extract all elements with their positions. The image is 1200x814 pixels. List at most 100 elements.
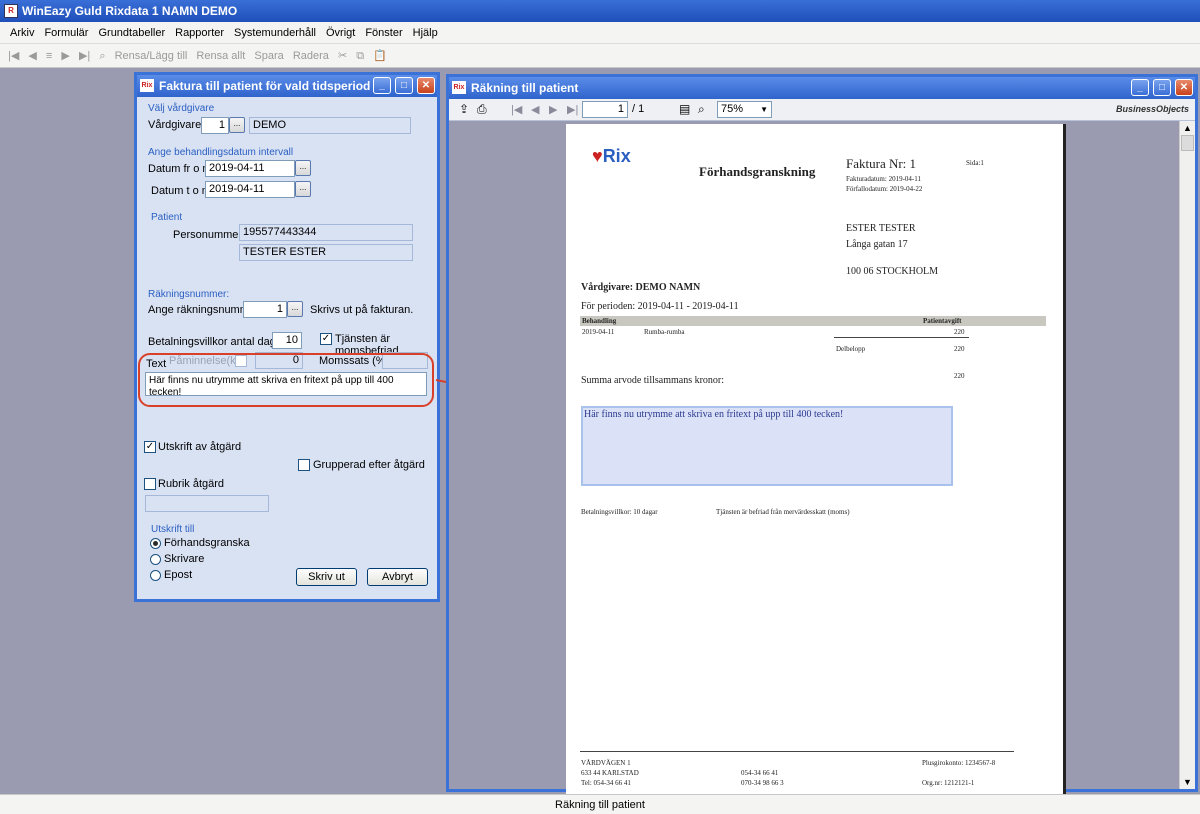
radio-epost-label: Epost: [164, 569, 193, 581]
menu-hjalp[interactable]: Hjälp: [408, 22, 443, 44]
vardgivare-line: Vårdgivare: DEMO NAMN: [581, 282, 701, 293]
search-icon[interactable]: ⌕: [99, 44, 105, 68]
heart-icon: ♥: [592, 146, 603, 166]
col-patientavgift: Patientavgift: [923, 317, 962, 325]
fakturadatum: Fakturadatum: 2019-04-11: [846, 175, 921, 183]
menu-grundtabeller[interactable]: Grundtabeller: [93, 22, 170, 44]
rubrik-checkbox[interactable]: [144, 478, 156, 490]
page-input[interactable]: 1: [582, 101, 628, 118]
delbelopp-label: Delbelopp: [836, 345, 866, 353]
rubrik-label: Rubrik åtgärd: [158, 478, 225, 490]
last-record-icon[interactable]: ▶|: [79, 44, 90, 68]
paste-icon[interactable]: 📋: [373, 44, 387, 68]
footer-phone2: 070-34 98 66 3: [741, 779, 784, 787]
binoculars-icon[interactable]: ⌕: [698, 102, 705, 117]
vertical-scrollbar[interactable]: ▲ ▼: [1179, 121, 1195, 789]
rakning-group: Räkningsnummer:: [148, 289, 230, 300]
scroll-down-icon[interactable]: ▼: [1183, 777, 1192, 787]
fritext-box: Här finns nu utrymme att skriva en frite…: [581, 406, 953, 486]
rakning-input[interactable]: 1: [243, 301, 287, 318]
grupperad-checkbox[interactable]: [298, 459, 310, 471]
rubrik-input[interactable]: [145, 495, 269, 512]
last-page-icon[interactable]: ▶|: [567, 103, 578, 116]
rensa-lagg-button[interactable]: Rensa/Lägg till: [115, 44, 188, 68]
close-button[interactable]: ✕: [417, 77, 435, 94]
rakning-browse-button[interactable]: ...: [287, 301, 303, 317]
row-amount: 220: [954, 328, 965, 336]
utskrift-atgard-label: Utskrift av åtgärd: [158, 441, 242, 453]
skriv-ut-button[interactable]: Skriv ut: [296, 568, 357, 586]
avbryt-button[interactable]: Avbryt: [367, 568, 428, 586]
utskrift-atgard-checkbox[interactable]: ✓: [144, 441, 156, 453]
radio-forhandsgranska-label: Förhandsgranska: [164, 537, 250, 549]
personnummer-label: Personummer:: [173, 229, 246, 241]
report-canvas: ▲ ▼ ♥Rix Förhandsgranskning Faktura Nr: …: [449, 121, 1195, 804]
vardgivare-input[interactable]: 1: [201, 117, 229, 134]
menu-rapporter[interactable]: Rapporter: [170, 22, 229, 44]
recipient-street: Långa gatan 17: [846, 239, 908, 250]
next-page-icon[interactable]: ▶: [549, 103, 557, 116]
utskrift-till-group: Utskrift till: [151, 524, 195, 535]
radio-skrivare-label: Skrivare: [164, 553, 205, 565]
copy-icon[interactable]: ⧉: [356, 44, 364, 68]
rix-logo-text: Rix: [602, 146, 631, 166]
report-title-bar: Rix Räkning till patient _ □ ✕: [449, 77, 1195, 99]
datum-tom-input[interactable]: 2019-04-11: [205, 181, 295, 198]
momsbefriad-checkbox[interactable]: ✓: [320, 333, 332, 345]
maximize-button[interactable]: □: [1153, 79, 1171, 96]
status-text: Räkning till patient: [555, 799, 645, 811]
status-bar: Räkning till patient: [0, 794, 1200, 814]
first-record-icon[interactable]: |◀: [8, 44, 19, 68]
datum-from-calendar-button[interactable]: ...: [295, 160, 311, 176]
menu-ovrigt[interactable]: Övrigt: [321, 22, 360, 44]
vardgivare-browse-button[interactable]: ...: [229, 117, 245, 133]
menu-formular[interactable]: Formulär: [39, 22, 93, 44]
invoice-dialog: Rix Faktura till patient för vald tidspe…: [134, 72, 440, 602]
export-icon[interactable]: ⇪: [459, 102, 469, 116]
menu-fonster[interactable]: Fönster: [360, 22, 407, 44]
betalningsvillkor-note: Betalningsvillkor: 10 dagar: [581, 508, 658, 516]
rix-app-icon: R: [4, 4, 18, 18]
skrivs-ut-note: Skrivs ut på fakturan.: [310, 304, 414, 316]
print-icon[interactable]: ⎙: [477, 102, 487, 117]
betalning-input[interactable]: 10: [272, 332, 302, 349]
prev-record-icon[interactable]: ◀: [28, 44, 36, 68]
close-button[interactable]: ✕: [1175, 79, 1193, 96]
businessobjects-logo: BusinessObjects: [1115, 104, 1189, 114]
maximize-button[interactable]: □: [395, 77, 413, 94]
radio-forhandsgranska[interactable]: [150, 538, 161, 549]
sida: Sida:1: [966, 159, 984, 167]
minimize-button[interactable]: _: [373, 77, 391, 94]
recipient-name: ESTER TESTER: [846, 223, 916, 234]
radio-epost[interactable]: [150, 570, 161, 581]
first-page-icon[interactable]: |◀: [511, 103, 522, 116]
prev-page-icon[interactable]: ◀: [531, 103, 539, 116]
datum-from-input[interactable]: 2019-04-11: [205, 160, 295, 177]
report-title: Räkning till patient: [471, 81, 579, 95]
next-record-icon[interactable]: ▶: [61, 44, 69, 68]
period-line: För perioden: 2019-04-11 - 2019-04-11: [581, 301, 739, 312]
scroll-up-icon[interactable]: ▲: [1183, 123, 1192, 133]
app-title: WinEazy Guld Rixdata 1 NAMN DEMO: [22, 4, 238, 18]
toggle-tree-icon[interactable]: ▤: [679, 102, 690, 116]
footer-addr1: VÅRDVÄGEN 1: [581, 759, 631, 767]
footer-rule: [580, 751, 1014, 752]
valj-vardgivare-group: Välj vårdgivare: [148, 103, 215, 114]
menu-systemunderhall[interactable]: Systemunderhåll: [229, 22, 321, 44]
cut-icon[interactable]: ✂: [338, 44, 347, 68]
fritext-text: Här finns nu utrymme att skriva en frite…: [584, 409, 844, 420]
rensa-allt-button[interactable]: Rensa allt: [196, 44, 245, 68]
moms-note: Tjänsten är befriad från mervärdesskatt …: [716, 508, 850, 516]
minimize-button[interactable]: _: [1131, 79, 1149, 96]
menu-arkiv[interactable]: Arkiv: [0, 22, 39, 44]
list-icon[interactable]: ≡: [46, 44, 52, 68]
zoom-select[interactable]: 75% ▼: [717, 101, 772, 118]
spara-button[interactable]: Spara: [254, 44, 283, 68]
scroll-thumb[interactable]: [1181, 135, 1194, 151]
datum-tom-calendar-button[interactable]: ...: [295, 181, 311, 197]
radera-button[interactable]: Radera: [293, 44, 329, 68]
row-desc: Rumba-rumba: [644, 328, 685, 336]
radio-skrivare[interactable]: [150, 554, 161, 565]
rix-logo: ♥Rix: [592, 146, 631, 167]
page-total: / 1: [632, 103, 645, 115]
